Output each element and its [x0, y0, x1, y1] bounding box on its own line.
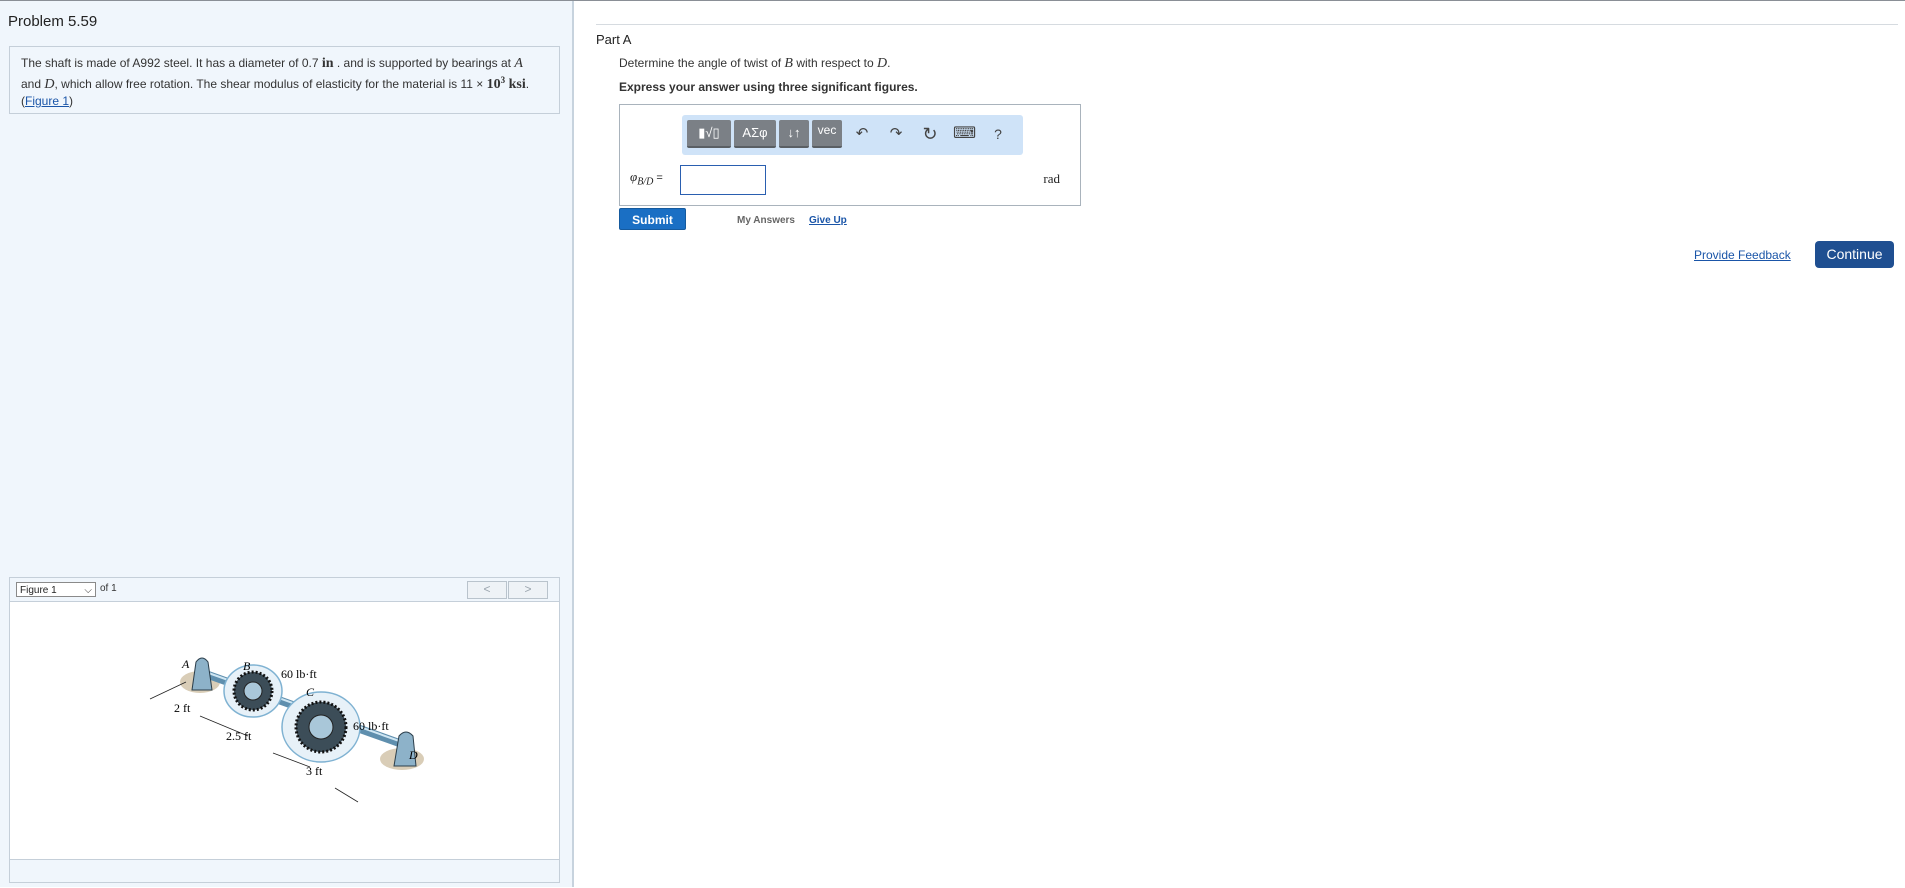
- my-answers-link[interactable]: My Answers: [737, 215, 795, 226]
- problem-text-1: The shaft is made of A992 steel. It has …: [21, 56, 322, 70]
- chevron-down-icon: ⌵: [84, 585, 92, 596]
- help-icon[interactable]: ?: [987, 123, 1009, 145]
- provide-feedback-link[interactable]: Provide Feedback: [1694, 248, 1791, 262]
- continue-button[interactable]: Continue: [1815, 241, 1894, 268]
- figure-select-value: Figure 1: [20, 585, 57, 596]
- answer-box: ▮√▯ ΑΣφ ↓↑ vec ↶ ↷ ↻ ⌨ ? φB/D = rad: [619, 104, 1081, 206]
- dim-label-2ft: 2 ft: [174, 701, 191, 715]
- problem-title: Problem 5.59: [8, 13, 98, 30]
- dim-line-1: [149, 681, 187, 700]
- give-up-link[interactable]: Give Up: [809, 215, 847, 226]
- figure-next-button[interactable]: >: [508, 581, 548, 599]
- bearing-a: [191, 657, 213, 691]
- problem-pane: Problem 5.59 The shaft is made of A992 s…: [0, 1, 574, 887]
- label-a: A: [181, 657, 190, 671]
- label-c: C: [306, 685, 315, 699]
- figure-select[interactable]: Figure 1 ⌵: [16, 582, 96, 597]
- figure-footer-bar: [10, 859, 559, 882]
- dim-line-4: [334, 787, 359, 803]
- power-base: 10: [486, 77, 501, 92]
- phi-subscript: B/D: [637, 176, 654, 188]
- reset-icon[interactable]: ↻: [919, 123, 941, 145]
- unit-ksi: ksi: [505, 77, 526, 92]
- gear-c-hub: [308, 714, 334, 740]
- figure-count: of 1: [100, 583, 117, 594]
- point-d-ref: D: [877, 56, 888, 71]
- part-title: Part A: [596, 32, 632, 47]
- equals-sign: =: [653, 172, 663, 184]
- paren-close: ): [69, 94, 74, 108]
- figure-toolbar: Figure 1 ⌵ of 1 < >: [10, 578, 559, 602]
- problem-statement-box: The shaft is made of A992 steel. It has …: [9, 46, 560, 114]
- templates-button[interactable]: ▮√▯: [687, 120, 731, 148]
- figure-prev-button[interactable]: <: [467, 581, 507, 599]
- label-b: B: [243, 659, 251, 673]
- answer-unit: rad: [1043, 171, 1060, 186]
- problem-text-2: . and is supported by bearings at: [333, 56, 515, 70]
- torque-label-b: 60 lb·ft: [281, 667, 317, 681]
- part-divider: [596, 24, 1898, 25]
- subscript-superscript-button[interactable]: ↓↑: [779, 120, 809, 148]
- dim-label-2-5ft: 2.5 ft: [226, 729, 252, 743]
- question-text: Determine the angle of twist of B with r…: [619, 56, 891, 72]
- label-d: D: [408, 748, 418, 762]
- point-a: A: [514, 56, 523, 71]
- submit-button[interactable]: Submit: [619, 208, 686, 230]
- problem-text-4: , which allow free rotation. The shear m…: [54, 77, 487, 91]
- answer-variable-label: φB/D =: [630, 169, 663, 188]
- gear-b-hub: [243, 681, 263, 701]
- point-d: D: [44, 77, 55, 92]
- redo-icon[interactable]: ↷: [885, 123, 907, 145]
- torque-label-c: 60 lb·ft: [353, 719, 389, 733]
- math-toolbar: ▮√▯ ΑΣφ ↓↑ vec ↶ ↷ ↻ ⌨ ?: [682, 115, 1023, 155]
- unit-inches: in: [321, 56, 334, 71]
- instruction-text: Express your answer using three signific…: [619, 80, 918, 94]
- problem-text-3: and: [21, 77, 45, 91]
- dim-label-3ft: 3 ft: [306, 764, 323, 778]
- figure-link[interactable]: Figure 1: [25, 94, 69, 108]
- question-part-1: Determine the angle of twist of: [619, 56, 785, 70]
- question-part-2: with respect to: [792, 56, 878, 70]
- problem-statement: The shaft is made of A992 steel. It has …: [21, 55, 551, 109]
- answer-input[interactable]: [680, 165, 766, 195]
- undo-icon[interactable]: ↶: [851, 123, 873, 145]
- shaft-figure: A B C D 60 lb·ft 60 lb·ft 2 ft 2.5 ft 3 …: [149, 657, 424, 803]
- greek-symbols-button[interactable]: ΑΣφ: [734, 120, 776, 148]
- keyboard-icon[interactable]: ⌨: [953, 123, 976, 145]
- problem-text-5: .: [525, 77, 530, 91]
- part-pane: Part A Determine the angle of twist of B…: [574, 1, 1905, 887]
- point-b: B: [784, 56, 793, 71]
- vector-button[interactable]: vec: [812, 120, 842, 148]
- question-part-3: .: [887, 56, 891, 70]
- figure-panel: Figure 1 ⌵ of 1 < > A B C D 60 lb·ft 60 …: [9, 577, 560, 883]
